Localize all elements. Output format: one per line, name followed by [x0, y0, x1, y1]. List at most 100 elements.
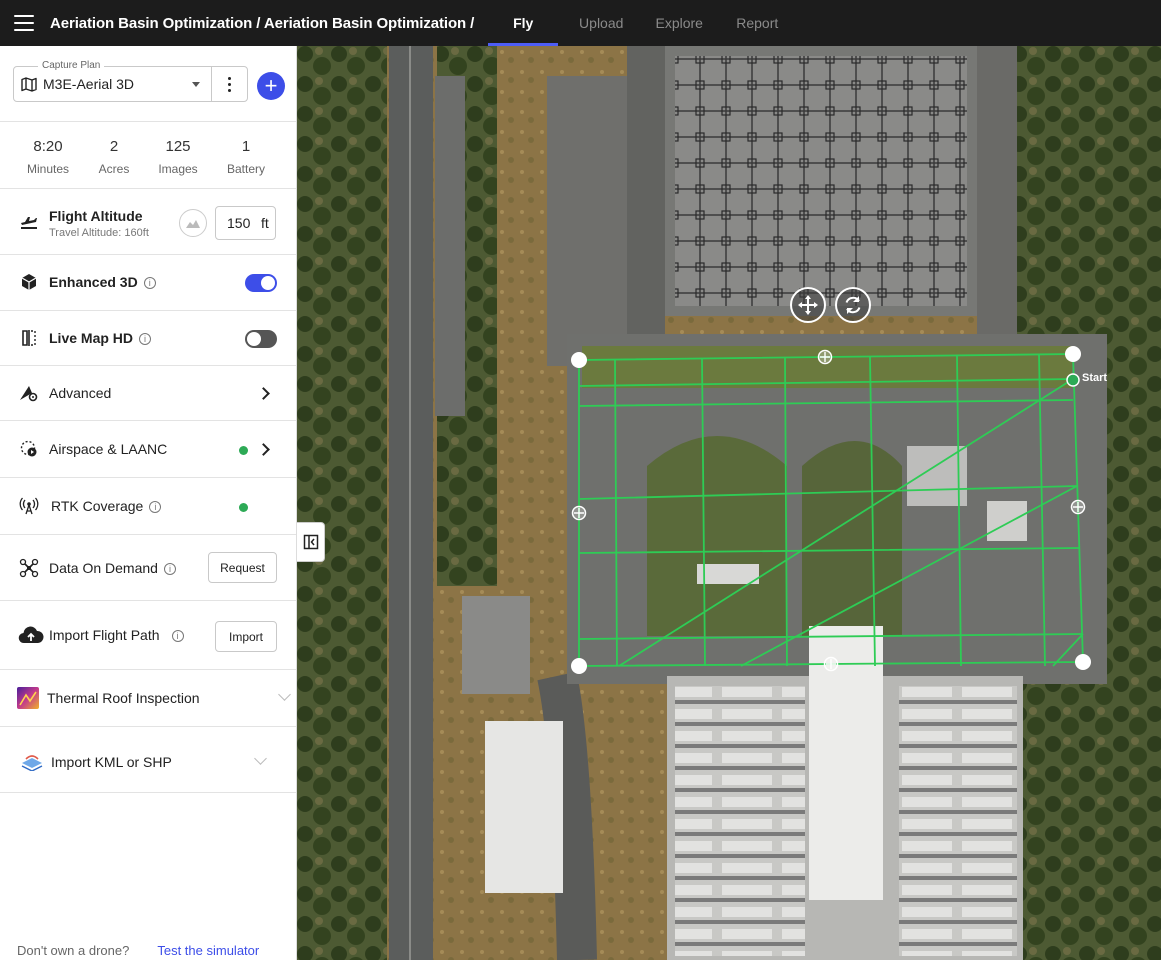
drone-icon [18, 557, 40, 579]
stat-label: Battery [226, 162, 265, 176]
airspace-title: Airspace & LAANC [49, 441, 168, 457]
cube-icon [18, 271, 40, 293]
thermal-icon [17, 687, 39, 709]
add-plan-button[interactable]: + [257, 72, 285, 100]
stat-value: 1 [241, 138, 251, 155]
terrain-follow-button[interactable] [179, 209, 207, 237]
kml-file-icon [21, 751, 43, 773]
travel-altitude-text: Travel Altitude: 160ft [49, 227, 149, 239]
top-bar: Aeriation Basin Optimization / Aeriation… [0, 0, 1161, 46]
info-icon[interactable]: i [171, 630, 184, 642]
tab-explore[interactable]: Explore [640, 0, 718, 46]
chevron-down-icon[interactable] [254, 752, 267, 765]
antenna-icon [18, 495, 40, 517]
status-dot [239, 446, 248, 455]
import-flight-path-row: Import Flight Path i Import [0, 601, 296, 670]
start-marker[interactable] [1066, 373, 1080, 387]
enhanced-3d-title: Enhanced 3D i [49, 274, 156, 290]
airspace-icon [18, 438, 40, 460]
flight-stats: 8:20 Minutes 2 Acres 125 Images 1 Batter… [0, 122, 296, 189]
advanced-row[interactable]: Advanced [0, 366, 296, 421]
flight-altitude-row: Flight Altitude Travel Altitude: 160ft 1… [0, 189, 296, 255]
live-map-hd-row: Live Map HD i [0, 311, 296, 366]
chevron-right-icon[interactable] [257, 443, 270, 456]
stat-label: Acres [98, 162, 130, 176]
advanced-settings-icon [18, 382, 40, 404]
capture-plan-row: M3E-Aerial 3D Capture Plan + [0, 46, 296, 122]
satellite-map[interactable] [297, 46, 1161, 960]
tab-upload[interactable]: Upload [562, 0, 640, 46]
midpoint-handles [571, 349, 1086, 672]
stat-value: 8:20 [33, 138, 63, 155]
vertex-handle[interactable] [1075, 654, 1091, 670]
altitude-unit: ft [261, 215, 269, 231]
rtk-coverage-row: RTK Coverage i [0, 478, 296, 535]
enhanced-3d-label: Enhanced 3D [49, 274, 138, 290]
thermal-roof-title: Thermal Roof Inspection [47, 690, 200, 706]
import-kml-row[interactable]: Import KML or SHP [0, 727, 296, 793]
terrain-icon [186, 220, 200, 228]
simulator-footer: Don't own a drone? Test the simulator [17, 943, 259, 958]
chevron-down-icon [192, 82, 200, 87]
altitude-input[interactable]: 150 ft [215, 206, 276, 240]
flight-altitude-title: Flight Altitude [49, 208, 143, 224]
live-map-hd-label: Live Map HD [49, 330, 134, 346]
data-on-demand-label: Data On Demand [49, 560, 158, 576]
thermal-roof-row[interactable]: Thermal Roof Inspection [0, 670, 296, 727]
no-drone-text: Don't own a drone? [17, 943, 130, 958]
data-on-demand-row: Data On Demand i Request [0, 535, 296, 601]
map-icon [21, 76, 37, 92]
import-kml-title: Import KML or SHP [51, 754, 172, 770]
capture-plan-select[interactable]: M3E-Aerial 3D [13, 66, 212, 102]
import-flight-path-title: Import Flight Path i [49, 627, 184, 643]
rotate-icon [845, 296, 861, 314]
collapse-sidebar-button[interactable] [297, 522, 325, 562]
tab-report[interactable]: Report [718, 0, 796, 46]
live-map-hd-title: Live Map HD i [49, 330, 152, 346]
enhanced-3d-toggle[interactable] [245, 274, 277, 292]
stat-value: 2 [109, 138, 119, 155]
airspace-row[interactable]: Airspace & LAANC [0, 421, 296, 478]
compare-icon [18, 327, 40, 349]
capture-plan-value: M3E-Aerial 3D [43, 76, 135, 92]
live-map-hd-toggle[interactable] [245, 330, 277, 348]
import-button[interactable]: Import [215, 621, 277, 652]
vertex-handle[interactable] [1065, 346, 1081, 362]
hamburger-menu-icon[interactable] [14, 15, 34, 31]
tab-fly[interactable]: Fly [484, 0, 562, 46]
path-vertices [571, 346, 1091, 674]
info-icon[interactable]: i [149, 501, 162, 513]
stat-battery: 1 Battery [216, 122, 276, 176]
nav-tabs: Fly Upload Explore Report [484, 0, 796, 46]
rtk-coverage-title: RTK Coverage i [51, 498, 162, 514]
info-icon[interactable]: i [163, 563, 176, 575]
rtk-coverage-label: RTK Coverage [51, 498, 144, 514]
more-options-button[interactable] [211, 66, 248, 102]
flight-path-overlay[interactable] [297, 46, 1161, 960]
capture-plan-label: Capture Plan [38, 60, 105, 71]
test-simulator-link[interactable]: Test the simulator [157, 943, 259, 958]
stat-value: 125 [165, 138, 191, 155]
takeoff-icon [18, 210, 40, 232]
advanced-title: Advanced [49, 385, 112, 401]
move-icon [798, 295, 818, 315]
vertex-handle[interactable] [571, 352, 587, 368]
stat-minutes: 8:20 Minutes [18, 122, 78, 176]
info-icon[interactable]: i [143, 277, 156, 289]
sidebar: M3E-Aerial 3D Capture Plan + 8:20 Minute… [0, 46, 297, 960]
chevron-right-icon[interactable] [257, 387, 270, 400]
altitude-value: 150 [227, 215, 251, 231]
enhanced-3d-row: Enhanced 3D i [0, 255, 296, 311]
start-label: Start [1082, 372, 1108, 384]
data-on-demand-title: Data On Demand i [49, 560, 176, 576]
vertex-handle[interactable] [571, 658, 587, 674]
move-button[interactable] [790, 287, 826, 323]
request-button[interactable]: Request [208, 552, 277, 583]
collapse-panel-icon [303, 534, 318, 550]
stat-images: 125 Images [148, 122, 208, 176]
info-icon[interactable]: i [139, 333, 152, 345]
stat-acres: 2 Acres [84, 122, 144, 176]
rotate-button[interactable] [835, 287, 871, 323]
chevron-down-icon[interactable] [278, 688, 291, 701]
breadcrumb[interactable]: Aeriation Basin Optimization / Aeriation… [50, 15, 474, 32]
